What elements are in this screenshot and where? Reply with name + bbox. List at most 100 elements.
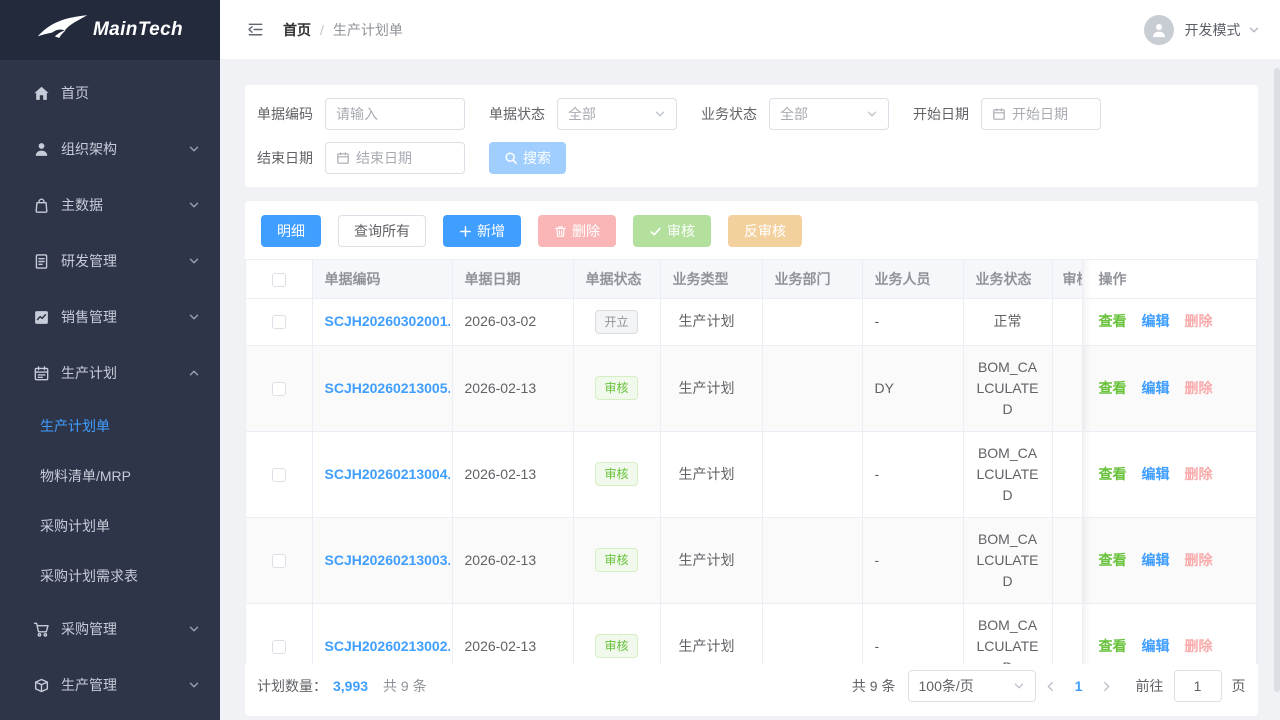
goto-label: 前往 — [1136, 676, 1164, 696]
column-audit: 审核 — [1052, 260, 1082, 298]
chevron-down-icon — [188, 311, 200, 323]
user-icon — [32, 140, 50, 158]
sidebar-item-purchase-management[interactable]: 采购管理 — [0, 601, 220, 657]
sidebar-item-production-plan[interactable]: 生产计划 — [0, 345, 220, 401]
user-name: 开发模式 — [1185, 20, 1241, 40]
delete-button[interactable]: 删除 — [538, 215, 616, 247]
breadcrumb-separator: / — [320, 22, 324, 38]
view-action-link[interactable]: 查看 — [1099, 638, 1127, 654]
goto-suffix: 页 — [1232, 676, 1246, 696]
sidebar-subitem-purchase-plan-demand[interactable]: 采购计划需求表 — [0, 551, 220, 601]
sidebar-item-org[interactable]: 组织架构 — [0, 121, 220, 177]
add-button-label: 新增 — [477, 221, 505, 241]
plus-icon — [459, 225, 472, 238]
start-date-input[interactable]: 开始日期 — [981, 98, 1101, 130]
column-biz-dept: 业务部门 — [762, 260, 862, 298]
user-menu[interactable]: 开发模式 — [1144, 15, 1260, 45]
sidebar-item-rd-management[interactable]: 研发管理 — [0, 233, 220, 289]
table-panel: 明细查询所有新增删除审核反审核 单据编码 单据日期 单据状态 — [245, 201, 1258, 716]
add-button[interactable]: 新增 — [443, 215, 521, 247]
row-checkbox[interactable] — [272, 315, 286, 329]
chevron-down-icon — [188, 255, 200, 267]
home-icon — [32, 84, 50, 102]
doc-code-link[interactable]: SCJH20260302001... — [325, 311, 450, 332]
page-number[interactable]: 1 — [1066, 678, 1092, 694]
sidebar-item-production-management[interactable]: 生产管理 — [0, 657, 220, 713]
topbar: 首页 / 生产计划单 开发模式 — [220, 0, 1280, 60]
row-checkbox[interactable] — [272, 640, 286, 654]
page-size-select[interactable]: 100条/页 — [908, 670, 1036, 702]
sidebar-subitem-bom-mrp[interactable]: 物料清单/MRP — [0, 451, 220, 501]
sidebar-menu: 首页 组织架构 主数据 研发管理 销售管理 生产计划 — [0, 60, 220, 720]
breadcrumb-home[interactable]: 首页 — [283, 20, 311, 40]
goto-page-input[interactable]: 1 — [1174, 670, 1222, 702]
doc-code-link[interactable]: SCJH20260213005... — [325, 378, 450, 399]
doc-status-tag: 审核 — [595, 548, 637, 572]
bag-icon — [32, 196, 50, 214]
edit-action-link[interactable]: 编辑 — [1142, 313, 1170, 329]
scrollbar-thumb[interactable] — [1274, 68, 1280, 692]
trash-icon — [554, 225, 567, 238]
view-action-link[interactable]: 查看 — [1099, 466, 1127, 482]
prev-page-button[interactable] — [1036, 680, 1066, 693]
search-button[interactable]: 搜索 — [489, 142, 566, 174]
sidebar-subitem-production-plan-order[interactable]: 生产计划单 — [0, 401, 220, 451]
edit-action-link[interactable]: 编辑 — [1142, 552, 1170, 568]
edit-action-link[interactable]: 编辑 — [1142, 380, 1170, 396]
sidebar-item-home[interactable]: 首页 — [0, 65, 220, 121]
chevron-up-icon — [188, 367, 200, 379]
toolbar: 明细查询所有 新增 删除审核 反审核 — [245, 215, 1258, 247]
doc-code-link[interactable]: SCJH20260213002... — [325, 636, 450, 657]
goto-page-value: 1 — [1194, 678, 1202, 694]
doc-status-value: 全部 — [568, 104, 596, 124]
cart-icon — [32, 620, 50, 638]
end-date-input[interactable]: 结束日期 — [325, 142, 465, 174]
doc-status-tag: 审核 — [595, 376, 637, 400]
doc-status-tag: 审核 — [595, 634, 637, 658]
query-all-button[interactable]: 查询所有 — [338, 215, 426, 247]
edit-action-link[interactable]: 编辑 — [1142, 466, 1170, 482]
detail-button[interactable]: 明细 — [261, 215, 321, 247]
sidebar-subitem-purchase-plan-order[interactable]: 采购计划单 — [0, 501, 220, 551]
doc-code-link[interactable]: SCJH20260213003... — [325, 550, 450, 571]
delete-action-link: 删除 — [1185, 638, 1213, 654]
unaudit-button[interactable]: 反审核 — [728, 215, 802, 247]
view-action-link[interactable]: 查看 — [1099, 380, 1127, 396]
end-date-placeholder: 结束日期 — [356, 148, 412, 168]
plan-qty-label: 计划数量： — [257, 676, 327, 696]
total-count: 共 9 条 — [852, 676, 896, 696]
table-row: SCJH20260213005... 2026-02-13 审核 生产计划 DY… — [246, 345, 1256, 431]
delete-action-link: 删除 — [1185, 466, 1213, 482]
chart-icon — [32, 308, 50, 326]
sidebar-item-master-data[interactable]: 主数据 — [0, 177, 220, 233]
row-checkbox[interactable] — [272, 468, 286, 482]
audit-button[interactable]: 审核 — [633, 215, 711, 247]
doc-code-input[interactable]: 请输入 — [325, 98, 465, 130]
unaudit-button-label: 反审核 — [744, 221, 786, 241]
next-page-button[interactable] — [1092, 680, 1122, 693]
filter-start-date-label: 开始日期 — [913, 104, 969, 124]
table-row: SCJH20260213003... 2026-02-13 审核 生产计划 - … — [246, 517, 1256, 603]
doc-status-select[interactable]: 全部 — [557, 98, 677, 130]
sidebar-item-sales-management[interactable]: 销售管理 — [0, 289, 220, 345]
view-action-link[interactable]: 查看 — [1099, 313, 1127, 329]
biz-status-select[interactable]: 全部 — [769, 98, 889, 130]
biz-status-value: 全部 — [780, 104, 808, 124]
row-checkbox[interactable] — [272, 554, 286, 568]
brand-logo-icon — [37, 14, 89, 47]
doc-code-link[interactable]: SCJH20260213004... — [325, 464, 450, 485]
chevron-down-icon — [1013, 680, 1025, 692]
search-button-label: 搜索 — [523, 148, 551, 168]
sidebar: MainTech 首页 组织架构 主数据 研发管理 销售管理 — [0, 0, 220, 720]
row-checkbox[interactable] — [272, 382, 286, 396]
filter-panel: 单据编码 请输入 单据状态 全部 — [245, 85, 1258, 187]
chevron-down-icon — [188, 679, 200, 691]
collapse-sidebar-icon[interactable] — [246, 20, 265, 39]
document-icon — [32, 252, 50, 270]
breadcrumb-current: 生产计划单 — [333, 20, 403, 40]
select-all-checkbox[interactable] — [272, 273, 286, 287]
filter-biz-status-label: 业务状态 — [701, 104, 757, 124]
edit-action-link[interactable]: 编辑 — [1142, 638, 1170, 654]
view-action-link[interactable]: 查看 — [1099, 552, 1127, 568]
avatar — [1144, 15, 1174, 45]
